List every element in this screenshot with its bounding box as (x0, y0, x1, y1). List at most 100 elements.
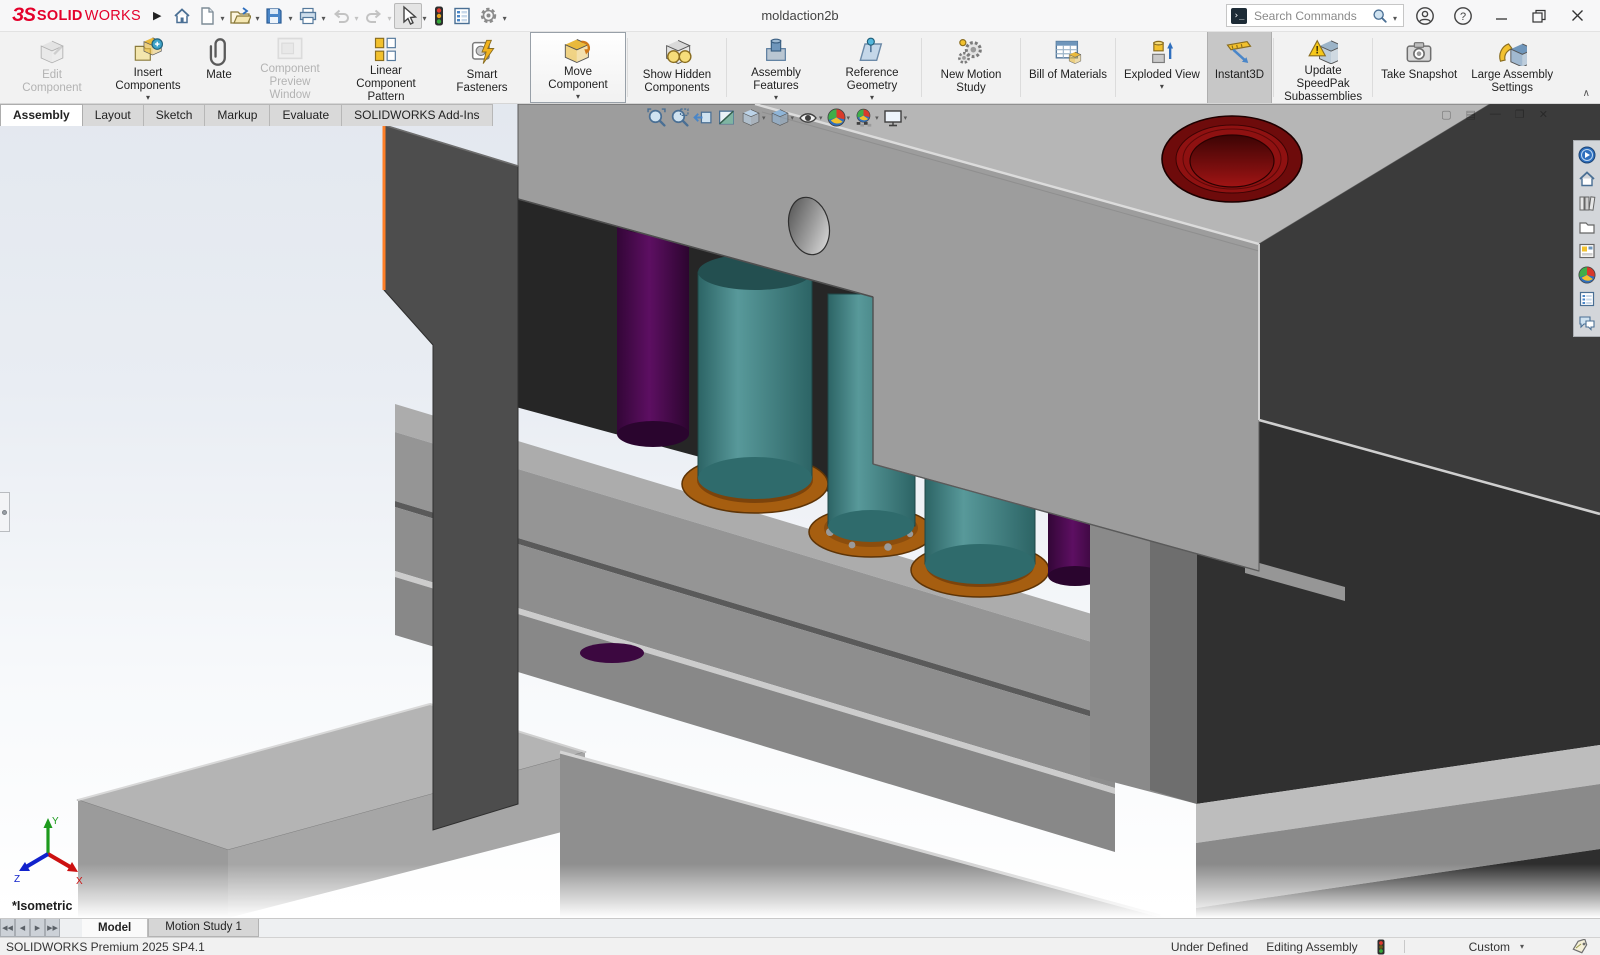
zoom-to-fit-button[interactable] (646, 107, 667, 128)
ribbon-bill-of-materials[interactable]: Bill of Materials (1022, 32, 1114, 103)
display-style-button[interactable]: ▾ (769, 107, 796, 128)
document-properties-button[interactable] (449, 3, 475, 29)
hide-show-items-button[interactable]: ▾ (797, 108, 824, 128)
redo-button[interactable] (361, 3, 387, 29)
support-pillar-teal-1[interactable] (698, 254, 812, 499)
close-button[interactable] (1560, 1, 1594, 31)
previous-view-button[interactable] (692, 107, 714, 128)
menu-flyout-icon[interactable]: ▶ (153, 9, 161, 22)
ribbon-reference-geometry[interactable]: Reference Geometry ▾ (824, 32, 920, 103)
performance-traffic-light-icon[interactable] (1376, 939, 1386, 955)
next-tab-button[interactable]: ▶ (30, 919, 45, 937)
tab-markup[interactable]: Markup (205, 104, 270, 126)
chevron-down-icon[interactable]: ▾ (423, 14, 427, 23)
ribbon-linear-component-pattern[interactable]: Linear Component Pattern ▾ (338, 32, 434, 103)
zoom-to-area-button[interactable] (669, 107, 690, 128)
ribbon-smart-fasteners[interactable]: Smart Fasteners (434, 32, 530, 103)
last-tab-button[interactable]: ▶▶ (45, 919, 60, 937)
tab-evaluate[interactable]: Evaluate (270, 104, 342, 126)
chevron-down-icon[interactable]: ▾ (255, 14, 259, 23)
ribbon-assembly-features[interactable]: Assembly Features ▾ (728, 32, 824, 103)
doc-page-icon[interactable]: ▤ (1466, 108, 1476, 121)
ribbon-large-assembly-settings[interactable]: Large Assembly Settings (1464, 32, 1560, 103)
locating-ring[interactable] (1162, 116, 1302, 202)
ribbon-move-component[interactable]: Move Component ▾ (530, 32, 626, 103)
tab-model[interactable]: Model (82, 919, 148, 937)
doc-close-icon[interactable]: ✕ (1539, 108, 1548, 121)
open-button[interactable] (226, 3, 254, 29)
file-explorer-button[interactable] (1576, 215, 1599, 238)
chevron-down-icon[interactable]: ▾ (847, 114, 851, 122)
custom-properties-button[interactable] (1576, 287, 1599, 310)
apply-scene-button[interactable]: ▾ (853, 107, 880, 128)
restore-button[interactable] (1522, 1, 1556, 31)
edit-appearance-button[interactable]: ▾ (826, 107, 852, 128)
ribbon-show-hidden-components[interactable]: Show Hidden Components (629, 32, 725, 103)
appearances-scenes-button[interactable] (1576, 263, 1599, 286)
ribbon-insert-components[interactable]: Insert Components ▾ (100, 32, 196, 103)
chevron-down-icon[interactable]: ▾ (904, 114, 908, 122)
chevron-down-icon[interactable]: ▾ (576, 93, 580, 101)
help-button[interactable]: ? (1446, 1, 1480, 31)
chevron-down-icon[interactable]: ▾ (819, 114, 823, 122)
home-button[interactable] (169, 3, 195, 29)
section-view-button[interactable] (716, 107, 738, 128)
view-orientation-button[interactable]: ▾ (740, 107, 767, 128)
chevron-down-icon[interactable]: ▾ (288, 14, 292, 23)
ejector-pin-purple-1[interactable] (617, 210, 689, 447)
tag-icon[interactable] (1570, 939, 1590, 955)
chevron-down-icon[interactable]: ▾ (774, 94, 778, 102)
doc-new-window-icon[interactable]: ▢ (1441, 108, 1451, 121)
tab-motion-study-1[interactable]: Motion Study 1 (148, 919, 259, 937)
ribbon-instant3d[interactable]: Instant3D (1207, 32, 1272, 103)
chevron-down-icon[interactable]: ▾ (322, 14, 326, 23)
chevron-down-icon[interactable]: ▾ (146, 94, 150, 102)
chevron-down-icon[interactable]: ▾ (1520, 942, 1524, 951)
chevron-down-icon[interactable]: ▾ (220, 14, 224, 23)
ribbon-take-snapshot[interactable]: Take Snapshot (1374, 32, 1464, 103)
chevron-down-icon[interactable]: ▾ (1160, 83, 1164, 91)
riser-block[interactable] (1090, 524, 1197, 804)
performance-evaluation-button[interactable] (429, 3, 449, 29)
chevron-down-icon[interactable]: ▾ (503, 14, 507, 23)
options-button[interactable] (475, 3, 502, 29)
ribbon-mate[interactable]: Mate (196, 32, 242, 103)
doc-restore-icon[interactable]: ❐ (1515, 108, 1525, 121)
home-tab-button[interactable] (1576, 167, 1599, 190)
print-button[interactable] (295, 3, 321, 29)
select-tool-button[interactable] (394, 3, 422, 29)
view-settings-button[interactable]: ▾ (882, 108, 909, 128)
first-tab-button[interactable]: ◀◀ (0, 919, 15, 937)
solidworks-forum-button[interactable] (1576, 311, 1599, 334)
tab-splitter[interactable] (60, 919, 82, 937)
chevron-down-icon[interactable]: ▾ (870, 94, 874, 102)
feature-manager-collapsed-handle[interactable] (0, 492, 10, 532)
search-commands-box[interactable]: ›_ ▾ (1226, 4, 1404, 27)
design-library-button[interactable] (1576, 191, 1599, 214)
ribbon-exploded-view[interactable]: Exploded View ▾ (1117, 32, 1207, 103)
solidworks-resources-button[interactable] (1576, 143, 1599, 166)
chevron-down-icon[interactable]: ▾ (791, 114, 795, 122)
ejector-pin-purple-hidden[interactable] (580, 643, 644, 663)
chevron-down-icon[interactable]: ▾ (762, 114, 766, 122)
tab-solidworks-add-ins[interactable]: SOLIDWORKS Add-Ins (342, 104, 492, 126)
previous-tab-button[interactable]: ◀ (15, 919, 30, 937)
graphics-area[interactable]: ▾ ▾ ▾ ▾ ▾ ▾ (0, 104, 1600, 918)
3d-viewport-model[interactable] (0, 104, 1600, 918)
undo-button[interactable] (328, 3, 354, 29)
tab-sketch[interactable]: Sketch (144, 104, 206, 126)
doc-minimize-icon[interactable]: — (1490, 108, 1501, 121)
minimize-button[interactable] (1484, 1, 1518, 31)
search-input[interactable] (1252, 8, 1367, 24)
search-icon[interactable] (1372, 8, 1387, 23)
chevron-down-icon[interactable]: ▾ (1393, 14, 1397, 23)
solidworks-logo[interactable]: ЗS SOLIDWORKS (0, 5, 151, 27)
chevron-down-icon[interactable]: ▾ (875, 114, 879, 122)
tab-assembly[interactable]: Assembly (0, 104, 83, 126)
save-button[interactable] (261, 3, 287, 29)
tab-layout[interactable]: Layout (83, 104, 144, 126)
collapse-ribbon-icon[interactable]: ∧ (1583, 88, 1590, 99)
ribbon-new-motion-study[interactable]: New Motion Study (923, 32, 1019, 103)
new-document-button[interactable] (195, 3, 219, 29)
status-unit-system[interactable]: Custom (1469, 940, 1510, 954)
